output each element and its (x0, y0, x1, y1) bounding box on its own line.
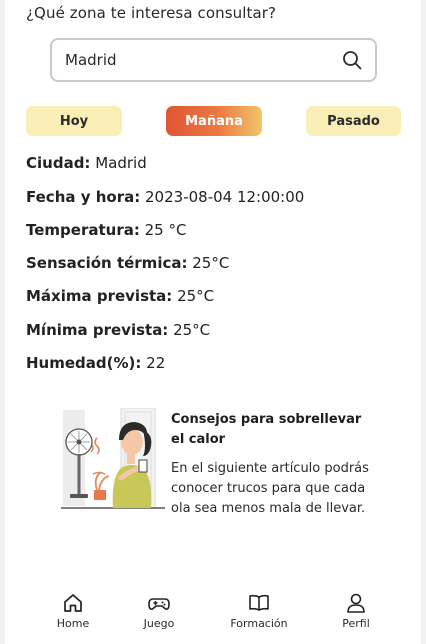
temperature-row: Temperatura: 25 °C (26, 221, 186, 239)
nav-learn-label: Formación (230, 617, 288, 630)
nav-home-label: Home (56, 617, 90, 630)
city-row: Ciudad: Madrid (26, 154, 147, 172)
app-screen: ¿Qué zona te interesa consultar? Hoy Mañ… (5, 0, 421, 644)
max-temp-value: 25°C (177, 287, 215, 305)
datetime-value: 2023-08-04 12:00:00 (145, 188, 305, 206)
book-icon (248, 592, 270, 614)
day-today-button[interactable]: Hoy (26, 106, 122, 136)
temperature-label: Temperatura: (26, 221, 140, 239)
min-temp-row: Mínima prevista: 25°C (26, 321, 210, 339)
humidity-label: Humedad(%): (26, 354, 142, 372)
day-after-button[interactable]: Pasado (306, 106, 401, 136)
tip-title[interactable]: Consejos para sobrellevar el calor (171, 410, 371, 450)
max-temp-row: Máxima prevista: 25°C (26, 287, 214, 305)
nav-game-label: Juego (143, 617, 175, 630)
max-temp-label: Máxima prevista: (26, 287, 173, 305)
nav-game[interactable]: Juego (119, 586, 199, 632)
nav-home[interactable]: Home (33, 586, 113, 632)
city-label: Ciudad: (26, 154, 91, 172)
humidity-value: 22 (146, 354, 166, 372)
datetime-row: Fecha y hora: 2023-08-04 12:00:00 (26, 188, 304, 206)
temperature-value: 25 °C (144, 221, 187, 239)
search-input[interactable] (65, 51, 341, 69)
min-temp-value: 25°C (173, 321, 211, 339)
day-tomorrow-button[interactable]: Mañana (166, 106, 262, 136)
gamepad-icon (148, 592, 170, 614)
search-icon[interactable] (341, 49, 363, 71)
tip-body: En el siguiente artículo podrás conocer … (171, 461, 369, 516)
search-box[interactable] (50, 38, 377, 82)
nav-profile[interactable]: Perfil (316, 586, 396, 632)
feels-like-value: 25°C (192, 254, 230, 272)
city-value: Madrid (95, 154, 147, 172)
home-icon (62, 592, 84, 614)
bottom-nav: Home Juego Formación Perfil (5, 586, 421, 644)
nav-learn[interactable]: Formación (219, 586, 299, 632)
min-temp-label: Mínima prevista: (26, 321, 169, 339)
feels-like-label: Sensación térmica: (26, 254, 188, 272)
humidity-row: Humedad(%): 22 (26, 354, 165, 372)
user-icon (345, 592, 367, 614)
search-question: ¿Qué zona te interesa consultar? (26, 4, 277, 22)
nav-profile-label: Perfil (342, 617, 370, 630)
datetime-label: Fecha y hora: (26, 188, 141, 206)
heat-illustration[interactable] (61, 407, 165, 512)
feels-like-row: Sensación térmica: 25°C (26, 254, 229, 272)
